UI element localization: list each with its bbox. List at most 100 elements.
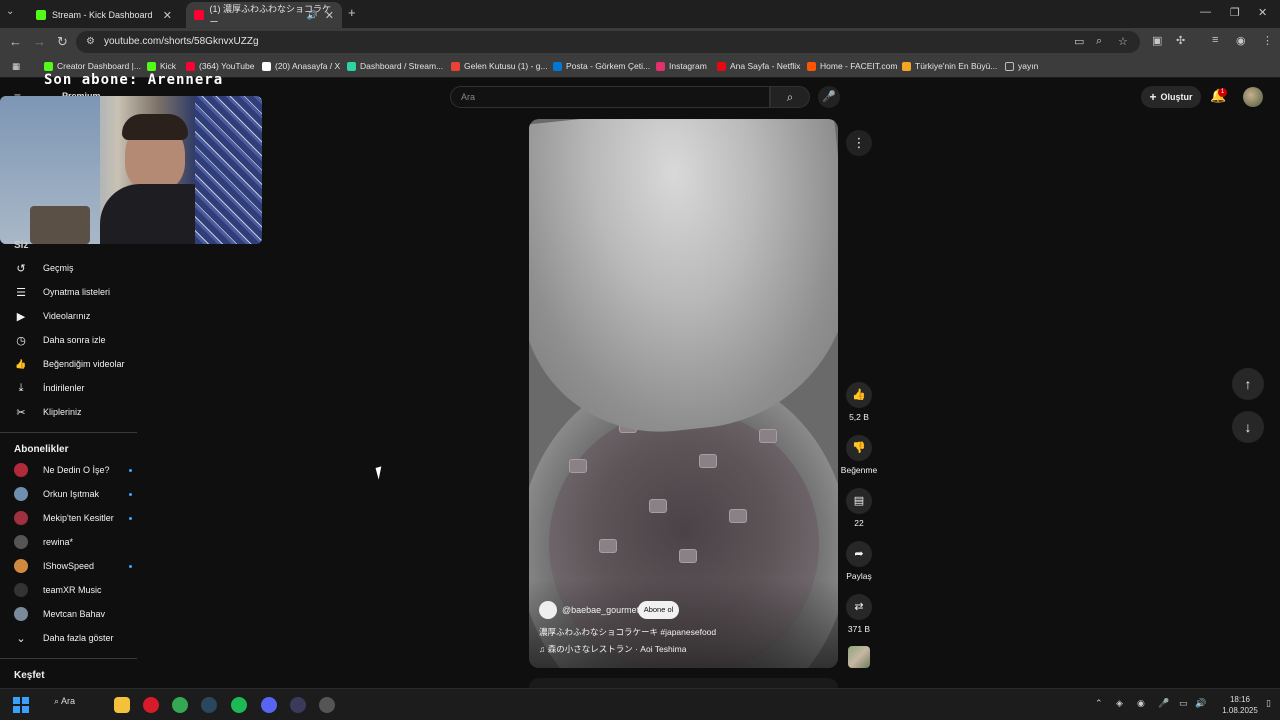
tray-steam-icon[interactable]: ◉ [1137,698,1145,709]
omnibox[interactable]: ⚙ youtube.com/shorts/58GknvxUZZg ▭ ⌕ ☆ [76,31,1140,53]
short-title[interactable]: 濃厚ふわふわなショコラケーキ #japanesefood [539,626,716,638]
close-window-icon[interactable]: ✕ [1258,6,1267,19]
sidebar-item-playlists[interactable]: ☰ Oynatma listeleri [14,282,110,302]
discord-icon[interactable] [261,697,277,713]
clips-icon: ✂ [16,406,26,419]
bookmark-youtube[interactable]: (364) YouTube [186,61,254,71]
subscription-item[interactable]: rewina* [14,532,136,552]
avatar[interactable] [1243,87,1263,107]
bookmark-faceit[interactable]: Home - FACEIT.com [807,61,897,71]
restore-icon[interactable]: ❐ [1230,6,1240,19]
media-control-icon[interactable]: ≡ [1212,34,1218,46]
webcam-desk [30,206,90,244]
tray-app-icon[interactable]: ◈ [1116,698,1123,709]
music-thumbnail[interactable] [848,646,870,668]
file-explorer-icon[interactable] [114,697,130,713]
opera-icon[interactable] [143,697,159,713]
windows-start-icon[interactable] [13,697,29,713]
sidebar-item-your-videos[interactable]: ▶ Videolarınız [14,306,91,326]
forward-icon[interactable]: → [33,34,46,49]
you-section-heading[interactable]: Siz [14,240,28,251]
url-text[interactable]: youtube.com/shorts/58GknvxUZZg [104,36,259,47]
remix-icon[interactable]: ⇄ [846,594,872,620]
search-icon[interactable]: ⌕ [770,86,810,108]
subscription-item[interactable]: Mekip'ten Kesitler [14,508,136,528]
thumb-down-icon[interactable]: 👎 [846,435,872,461]
search-input[interactable] [450,86,770,108]
next-short-button[interactable]: ↓ [1232,411,1264,443]
bookmark-creator-dashboard[interactable]: Creator Dashboard |... [44,61,141,71]
subscription-item[interactable]: Mevtcan Bahav [14,604,136,624]
create-button[interactable]: + Oluştur [1141,86,1201,108]
shorts-player[interactable]: @baebae_gourmet Abone ol 濃厚ふわふわなショコラケーキ … [529,119,838,668]
subscriptions-heading[interactable]: Abonelikler [14,444,68,455]
zoom-icon[interactable]: ⌕ [1096,35,1102,48]
bookmark-gmail[interactable]: Gelen Kutusu (1) - g... [451,61,548,71]
avatar [14,463,28,477]
tray-overflow-icon[interactable]: ⌃ [1095,698,1103,709]
subscription-item[interactable]: IShowSpeed [14,556,136,576]
bookmark-x[interactable]: (20) Anasayfa / X [262,61,340,71]
network-icon[interactable]: ▭ [1179,698,1188,709]
subscribe-button[interactable]: Abone ol [638,601,679,619]
bookmark-folder-yayin[interactable]: yayın [1005,61,1038,71]
sidebar-item-liked-videos[interactable]: 👍 Beğendiğim videolar [14,354,124,374]
short-music[interactable]: ♫ 森の小さなレストラン · Aoi Teshima [539,643,686,655]
obs-icon[interactable] [290,697,306,713]
reload-icon[interactable]: ↻ [57,34,68,50]
puzzle-icon[interactable]: ✣ [1176,34,1185,47]
bookmark-netflix[interactable]: Ana Sayfa - Netflix [717,61,800,71]
sidebar-item-clips[interactable]: ✂ Klipleriniz [14,402,82,422]
thumb-up-icon[interactable]: 👍 [846,382,872,408]
subscription-item[interactable]: Orkun Işıtmak [14,484,136,504]
sidebar-item-label: Klipleriniz [43,407,82,417]
more-options-icon[interactable]: ⋮ [846,130,872,156]
sidebar-item-downloads[interactable]: ⤓ İndirilenler [14,378,85,398]
tray-mic-icon[interactable]: 🎤 [1158,698,1169,709]
share-icon[interactable]: ➦ [846,541,872,567]
steam-icon[interactable] [201,697,217,713]
sidebar-item-watch-later[interactable]: ◷ Daha sonra izle [14,330,105,350]
previous-short-button[interactable]: ↑ [1232,368,1264,400]
tab-search-icon[interactable]: ⌄ [6,6,14,17]
channel-name[interactable]: @baebae_gourmet [562,605,639,615]
cast-icon[interactable]: ▭ [1074,35,1084,48]
close-tab-icon[interactable]: ✕ [163,9,172,22]
audio-playing-icon[interactable]: 🔊 [307,10,318,21]
site-info-icon[interactable]: ⚙ [86,36,95,47]
taskbar-clock[interactable]: 18:16 1.08.2025 [1217,694,1263,716]
apps-icon[interactable]: ▦ [12,61,20,72]
bookmark-star-icon[interactable]: ☆ [1118,35,1128,48]
tab-youtube-short[interactable]: (1) 濃厚ふわふわなショコラケー 🔊 ✕ [186,2,342,28]
bookmark-instagram[interactable]: Instagram [656,61,707,71]
back-icon[interactable]: ← [9,34,22,49]
bookmark-kick[interactable]: Kick [147,61,176,71]
taskbar-search[interactable]: ⌕ Ara [54,696,75,707]
sidebar-item-history[interactable]: ↺ Geçmiş [14,258,73,278]
avatar[interactable] [539,601,557,619]
comment-icon[interactable]: ▤ [846,488,872,514]
watch-later-icon: ◷ [16,334,26,347]
subscription-item[interactable]: teamXR Music [14,580,136,600]
volume-icon[interactable]: 🔊 [1195,698,1206,709]
subscription-item[interactable]: Ne Dedin O İşe? [14,460,136,480]
minimize-icon[interactable]: — [1200,6,1211,18]
new-tab-button[interactable]: + [348,5,356,20]
chrome-icon[interactable] [172,697,188,713]
notification-center-icon[interactable]: ▯ [1266,698,1271,709]
spotify-icon[interactable] [231,697,247,713]
tab-kick-dashboard[interactable]: Stream - Kick Dashboard ✕ [28,2,180,28]
microphone-icon[interactable]: 🎤 [818,86,840,108]
extension-icon[interactable]: ▣ [1152,34,1162,47]
profile-icon[interactable]: ◉ [1236,34,1246,47]
app-icon[interactable] [319,697,335,713]
bookmark-turkiye[interactable]: Türkiye'nin En Büyü... [902,61,997,71]
bookmark-outlook[interactable]: Posta - Görkem Çeti... [553,61,650,71]
folder-icon [1005,61,1014,71]
bookmark-stream-dashboard[interactable]: Dashboard / Stream... [347,61,443,71]
menu-icon[interactable]: ⋮ [1262,34,1273,47]
explore-heading[interactable]: Keşfet [14,670,45,681]
close-tab-icon[interactable]: ✕ [325,9,334,22]
show-more-button[interactable]: ⌄ Daha fazla göster [14,628,113,648]
next-short-preview[interactable] [529,678,838,688]
